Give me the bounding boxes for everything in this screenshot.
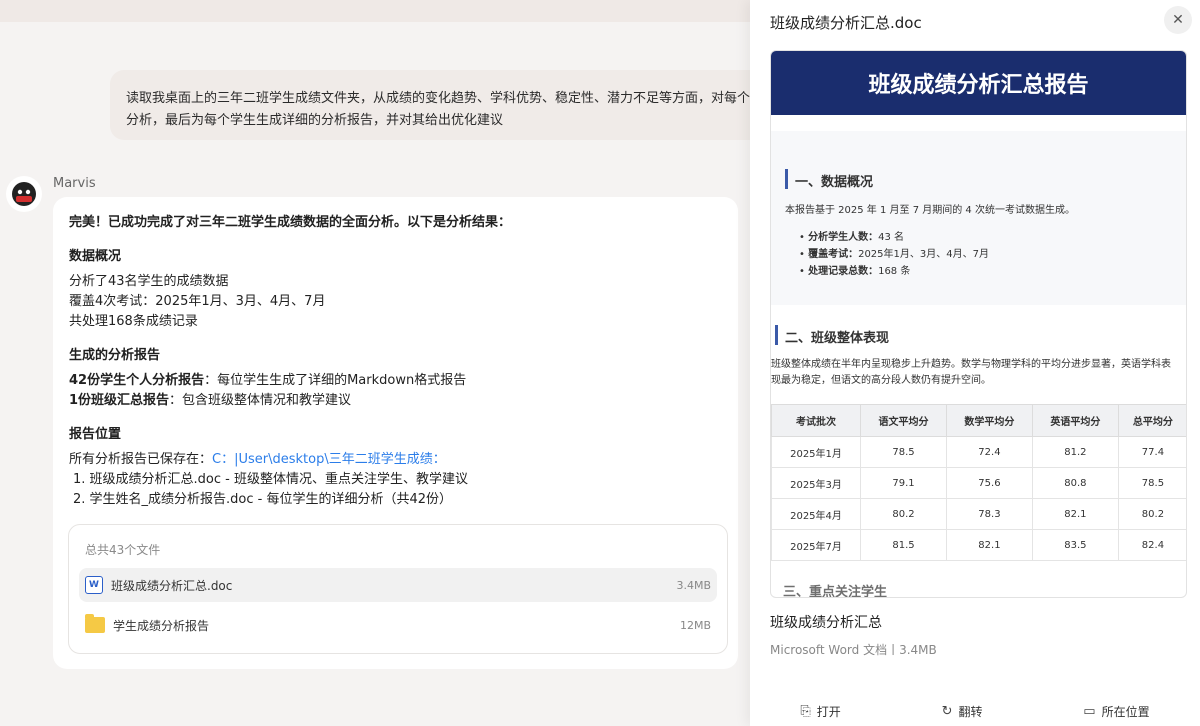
table-cell: 78.3 — [945, 498, 1033, 530]
document-preview[interactable]: 班级成绩分析汇总报告 一、数据概况 本报告基于 2025 年 1 月至 7 月期… — [770, 50, 1187, 598]
doc-section-title: 一、数据概况 — [785, 169, 873, 190]
doc-banner-title: 班级成绩分析汇总报告 — [771, 51, 1186, 115]
user-message-line1: 读取我桌面上的三年二班学生成绩文件夹，从成绩的变化趋势、学科优势、稳定性、潜力不… — [126, 91, 750, 106]
reply-report-rest: ：每位学生生成了详细的Markdown格式报告 — [204, 373, 467, 388]
table-cell: 2025年3月 — [771, 467, 861, 499]
open-label: 打开 — [816, 704, 841, 719]
table-row: 2025年7月 81.5 82.1 83.5 82.4 — [771, 529, 1186, 561]
folder-location-icon: ▭ — [1083, 703, 1096, 719]
doc-list-item: • 处理记录总数：168 条 — [799, 266, 911, 277]
table-cell: 82.1 — [1031, 498, 1119, 530]
table-cell: 80.2 — [860, 498, 947, 530]
table-header-cell: 英语平均分 — [1031, 404, 1119, 437]
doc-section-overview: 一、数据概况 本报告基于 2025 年 1 月至 7 月期间的 4 次统一考试数… — [771, 131, 1186, 305]
table-row: 2025年4月 80.2 78.3 82.1 80.2 — [771, 498, 1186, 530]
open-button[interactable]: ⎘ 打开 — [800, 703, 840, 720]
doc-list: • 分析学生人数：43 名 • 覆盖考试：2025年1月、3月、4月、7月 • … — [799, 229, 989, 280]
files-count: 总共43个文件 — [85, 543, 161, 557]
doc-list-item: • 覆盖考试：2025年1月、3月、4月、7月 — [799, 249, 989, 260]
reply-overview-line: 覆盖4次考试：2025年1月、3月、4月、7月 — [69, 294, 326, 309]
reply-location-path-link[interactable]: C：|User\desktop\三年二班学生成绩： — [212, 452, 446, 467]
table-cell: 79.1 — [860, 467, 947, 499]
file-meta: Microsoft Word 文档丨3.4MB — [770, 643, 937, 657]
assistant-avatar — [6, 176, 42, 212]
reply-intro: 完美！已成功完成了对三年二班学生成绩数据的全面分析。以下是分析结果： — [69, 215, 512, 230]
table-cell: 80.2 — [1117, 498, 1186, 530]
file-preview-panel: 班级成绩分析汇总.doc ✕ 班级成绩分析汇总报告 一、数据概况 本报告基于 2… — [750, 0, 1200, 726]
file-name: 班级成绩分析汇总.doc — [111, 578, 233, 593]
reply-section-title-location: 报告位置 — [69, 427, 122, 442]
file-row-summary-doc[interactable]: W 班级成绩分析汇总.doc 3.4MB — [79, 568, 717, 602]
table-cell: 81.5 — [860, 529, 947, 561]
table-cell: 78.5 — [860, 436, 947, 468]
reply-location-line: 所有分析报告已保存在：C：|User\desktop\三年二班学生成绩： — [69, 450, 722, 470]
doc-paragraph: 班级整体成绩在半年内呈现稳步上升趋势。数学与物理学科的平均分进步显著，英语学科表… — [771, 359, 1171, 386]
reply-report-line: 42份学生个人分析报告：每位学生生成了详细的Markdown格式报告 — [69, 371, 722, 391]
file-size: 12MB — [679, 618, 711, 632]
reply-section-title-reports: 生成的分析报告 — [69, 348, 161, 363]
chat-top-band — [0, 0, 750, 22]
scores-table: 考试批次 语文平均分 数学平均分 英语平均分 总平均分 2025年1月 78.5… — [771, 404, 1186, 561]
table-cell: 83.5 — [1031, 529, 1119, 561]
assistant-reply-card: 完美！已成功完成了对三年二班学生成绩数据的全面分析。以下是分析结果： 数据概况 … — [53, 197, 738, 669]
word-doc-icon: W — [85, 576, 103, 594]
doc-list-item: • 分析学生人数：43 名 — [799, 232, 904, 243]
reply-location-item: 1. 班级成绩分析汇总.doc - 班级整体情况、重点关注学生、教学建议 — [73, 472, 468, 487]
close-button[interactable]: ✕ — [1164, 6, 1192, 34]
file-size: 3.4MB — [676, 578, 711, 592]
doc-section-title-partial: 三、重点关注学生 — [783, 585, 888, 598]
table-cell: 82.1 — [945, 529, 1033, 561]
reply-report-rest: ：包含班级整体情况和教学建议 — [169, 393, 352, 408]
panel-title: 班级成绩分析汇总.doc — [770, 14, 922, 32]
translate-button[interactable]: ↻ 翻转 — [942, 703, 983, 720]
chat-area: 读取我桌面上的三年二班学生成绩文件夹，从成绩的变化趋势、学科优势、稳定性、潜力不… — [0, 0, 750, 726]
location-label: 所在位置 — [1101, 704, 1150, 719]
table-row: 2025年1月 78.5 72.4 81.2 77.4 — [771, 436, 1186, 468]
doc-paragraph: 本报告基于 2025 年 1 月至 7 月期间的 4 次统一考试数据生成。 — [785, 205, 1075, 216]
open-file-icon: ⎘ — [800, 703, 811, 719]
folder-icon — [85, 614, 105, 633]
table-row: 2025年3月 79.1 75.6 80.8 78.5 — [771, 467, 1186, 499]
table-cell: 80.8 — [1031, 467, 1119, 499]
reply-section-title-overview: 数据概况 — [69, 249, 122, 264]
table-cell: 77.4 — [1117, 436, 1186, 468]
action-bar: ⎘ 打开 ↻ 翻转 ▭ 所在位置 — [750, 696, 1200, 726]
table-cell: 78.5 — [1117, 467, 1186, 499]
table-cell: 82.4 — [1117, 529, 1186, 561]
sender-name: Marvis — [53, 176, 96, 191]
table-header-cell: 语文平均分 — [860, 404, 947, 437]
translate-label: 翻转 — [958, 704, 983, 719]
reply-overview-line: 分析了43名学生的成绩数据 — [69, 274, 229, 289]
file-name: 学生成绩分析报告 — [113, 618, 210, 633]
table-cell: 2025年1月 — [771, 436, 861, 468]
reply-location-item: 2. 学生姓名_成绩分析报告.doc - 每位学生的详细分析（共42份） — [73, 492, 453, 507]
table-header-cell: 考试批次 — [771, 404, 861, 437]
table-cell: 81.2 — [1031, 436, 1119, 468]
table-cell: 2025年4月 — [771, 498, 861, 530]
reply-report-line: 1份班级汇总报告：包含班级整体情况和教学建议 — [69, 391, 722, 411]
table-cell: 72.4 — [945, 436, 1033, 468]
doc-section-title: 二、班级整体表现 — [775, 325, 889, 346]
user-message-line2: 分析，最后为每个学生生成详细的分析报告，并对其给出优化建议 — [126, 113, 504, 128]
location-button[interactable]: ▭ 所在位置 — [1083, 703, 1149, 720]
table-cell: 75.6 — [945, 467, 1033, 499]
files-list-box: 总共43个文件 W 班级成绩分析汇总.doc 3.4MB 学生成绩分析报告 12… — [68, 524, 728, 654]
reply-location-prefix: 所有分析报告已保存在： — [69, 452, 213, 467]
robot-avatar-icon — [12, 182, 36, 206]
table-header-row: 考试批次 语文平均分 数学平均分 英语平均分 总平均分 — [771, 404, 1186, 437]
translate-icon: ↻ — [941, 703, 953, 719]
file-row-student-folder[interactable]: 学生成绩分析报告 12MB — [79, 608, 717, 642]
reply-report-bold: 1份班级汇总报告 — [69, 393, 170, 408]
table-header-cell: 总平均分 — [1117, 404, 1186, 437]
reply-overview-line: 共处理168条成绩记录 — [69, 314, 198, 329]
reply-report-bold: 42份学生个人分析报告 — [69, 373, 205, 388]
table-header-cell: 数学平均分 — [945, 404, 1033, 437]
close-icon: ✕ — [1172, 12, 1184, 28]
file-title: 班级成绩分析汇总 — [770, 615, 882, 631]
table-cell: 2025年7月 — [771, 529, 861, 561]
user-message-bubble: 读取我桌面上的三年二班学生成绩文件夹，从成绩的变化趋势、学科优势、稳定性、潜力不… — [110, 70, 750, 140]
